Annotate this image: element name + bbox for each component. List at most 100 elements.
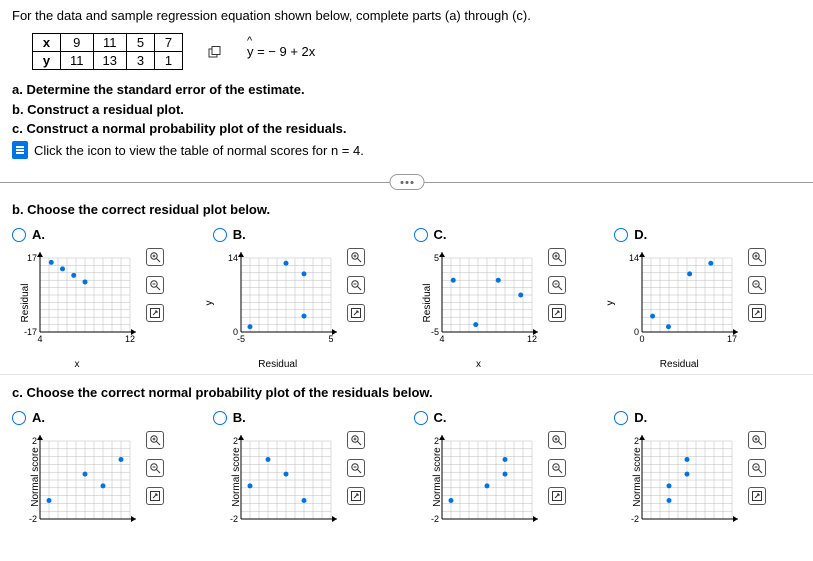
plot-D: Normal score -22 [614, 431, 801, 523]
expand-icon[interactable] [748, 304, 766, 322]
choice-radio-D[interactable] [614, 228, 628, 242]
y-axis-label: Normal score [231, 447, 242, 506]
table-cell: 5 [126, 34, 154, 52]
svg-text:2: 2 [634, 436, 639, 446]
svg-text:0: 0 [640, 334, 645, 344]
svg-text:-2: -2 [230, 514, 238, 523]
y-axis-label: Normal score [632, 447, 643, 506]
choice-label: B. [233, 227, 246, 242]
zoom-in-icon[interactable] [748, 248, 766, 266]
zoom-out-icon[interactable] [146, 276, 164, 294]
zoom-out-icon[interactable] [548, 276, 566, 294]
svg-text:-5: -5 [430, 327, 438, 337]
zoom-out-icon[interactable] [347, 459, 365, 477]
zoom-in-icon[interactable] [146, 248, 164, 266]
table-cell: 9 [61, 34, 94, 52]
choice-radio-A[interactable] [12, 228, 26, 242]
svg-text:-17: -17 [24, 327, 37, 337]
zoom-in-icon[interactable] [748, 431, 766, 449]
table-cell: 11 [93, 34, 126, 52]
table-cell: 7 [154, 34, 182, 52]
y-axis-label: y [605, 301, 616, 306]
expand-icon[interactable] [146, 487, 164, 505]
zoom-out-icon[interactable] [146, 459, 164, 477]
part-b: b. Construct a residual plot. [12, 100, 801, 120]
x-axis-label: Residual [660, 359, 699, 370]
regression-equation: y = − 9 + 2x [247, 44, 315, 59]
expand-icon[interactable] [548, 304, 566, 322]
plot-B: y -55014 Residual [213, 248, 400, 358]
plot-A: Normal score -2 2 [12, 431, 199, 523]
choice-radio-B[interactable] [213, 228, 227, 242]
svg-text:14: 14 [228, 253, 238, 263]
question-c: c. Choose the correct normal probability… [12, 385, 801, 400]
plot-C: Residual 412-55 x [414, 248, 601, 358]
choice-label: C. [434, 227, 447, 242]
normal-scores-link[interactable]: Click the icon to view the table of norm… [34, 141, 364, 161]
choice-label: C. [434, 410, 447, 425]
table-header-y: y [33, 52, 61, 70]
copy-table-icon[interactable] [208, 46, 222, 58]
question-b: b. Choose the correct residual plot belo… [12, 202, 801, 217]
expand-icon[interactable] [748, 487, 766, 505]
table-cell: 3 [126, 52, 154, 70]
svg-text:12: 12 [125, 334, 135, 344]
expand-icon[interactable] [548, 487, 566, 505]
choice-radio-D[interactable] [614, 411, 628, 425]
svg-text:12: 12 [526, 334, 536, 344]
choice-radio-A[interactable] [12, 411, 26, 425]
choice-label: D. [634, 227, 647, 242]
zoom-out-icon[interactable] [748, 276, 766, 294]
document-icon[interactable] [12, 141, 28, 159]
svg-text:5: 5 [433, 253, 438, 263]
choice-label: A. [32, 410, 45, 425]
plot-A: Residual 412-1717 x [12, 248, 199, 358]
svg-text:4: 4 [439, 334, 444, 344]
y-axis-label: Residual [20, 284, 31, 323]
zoom-in-icon[interactable] [548, 431, 566, 449]
choice-label: D. [634, 410, 647, 425]
y-axis-label: Residual [421, 284, 432, 323]
part-c: c. Construct a normal probability plot o… [12, 119, 801, 139]
svg-text:2: 2 [32, 436, 37, 446]
zoom-out-icon[interactable] [748, 459, 766, 477]
zoom-in-icon[interactable] [347, 431, 365, 449]
table-cell: 1 [154, 52, 182, 70]
part-a: a. Determine the standard error of the e… [12, 80, 801, 100]
y-axis-label: y [204, 301, 215, 306]
svg-text:-5: -5 [237, 334, 245, 344]
svg-text:5: 5 [328, 334, 333, 344]
choice-radio-B[interactable] [213, 411, 227, 425]
zoom-in-icon[interactable] [548, 248, 566, 266]
intro-text: For the data and sample regression equat… [12, 8, 801, 23]
zoom-out-icon[interactable] [347, 276, 365, 294]
x-axis-label: x [476, 359, 481, 370]
expand-icon[interactable] [347, 487, 365, 505]
expand-icon[interactable] [146, 304, 164, 322]
x-axis-label: Residual [258, 359, 297, 370]
zoom-in-icon[interactable] [347, 248, 365, 266]
table-header-x: x [33, 34, 61, 52]
choice-label: B. [233, 410, 246, 425]
table-cell: 11 [61, 52, 94, 70]
choice-radio-C[interactable] [414, 228, 428, 242]
svg-text:17: 17 [727, 334, 737, 344]
data-table: x 9 11 5 7 y 11 13 3 1 [32, 33, 183, 70]
choice-label: A. [32, 227, 45, 242]
svg-text:0: 0 [233, 327, 238, 337]
svg-text:0: 0 [634, 327, 639, 337]
plot-C: Normal score -22 [414, 431, 601, 523]
y-axis-label: Normal score [30, 447, 41, 506]
choice-radio-C[interactable] [414, 411, 428, 425]
svg-text:-2: -2 [29, 514, 37, 523]
svg-text:2: 2 [433, 436, 438, 446]
expand-pill[interactable] [389, 174, 424, 190]
plot-D: y 017014 Residual [614, 248, 801, 358]
table-cell: 13 [93, 52, 126, 70]
zoom-in-icon[interactable] [146, 431, 164, 449]
svg-text:4: 4 [37, 334, 42, 344]
y-axis-label: Normal score [432, 447, 443, 506]
expand-icon[interactable] [347, 304, 365, 322]
x-axis-label: x [75, 359, 80, 370]
zoom-out-icon[interactable] [548, 459, 566, 477]
